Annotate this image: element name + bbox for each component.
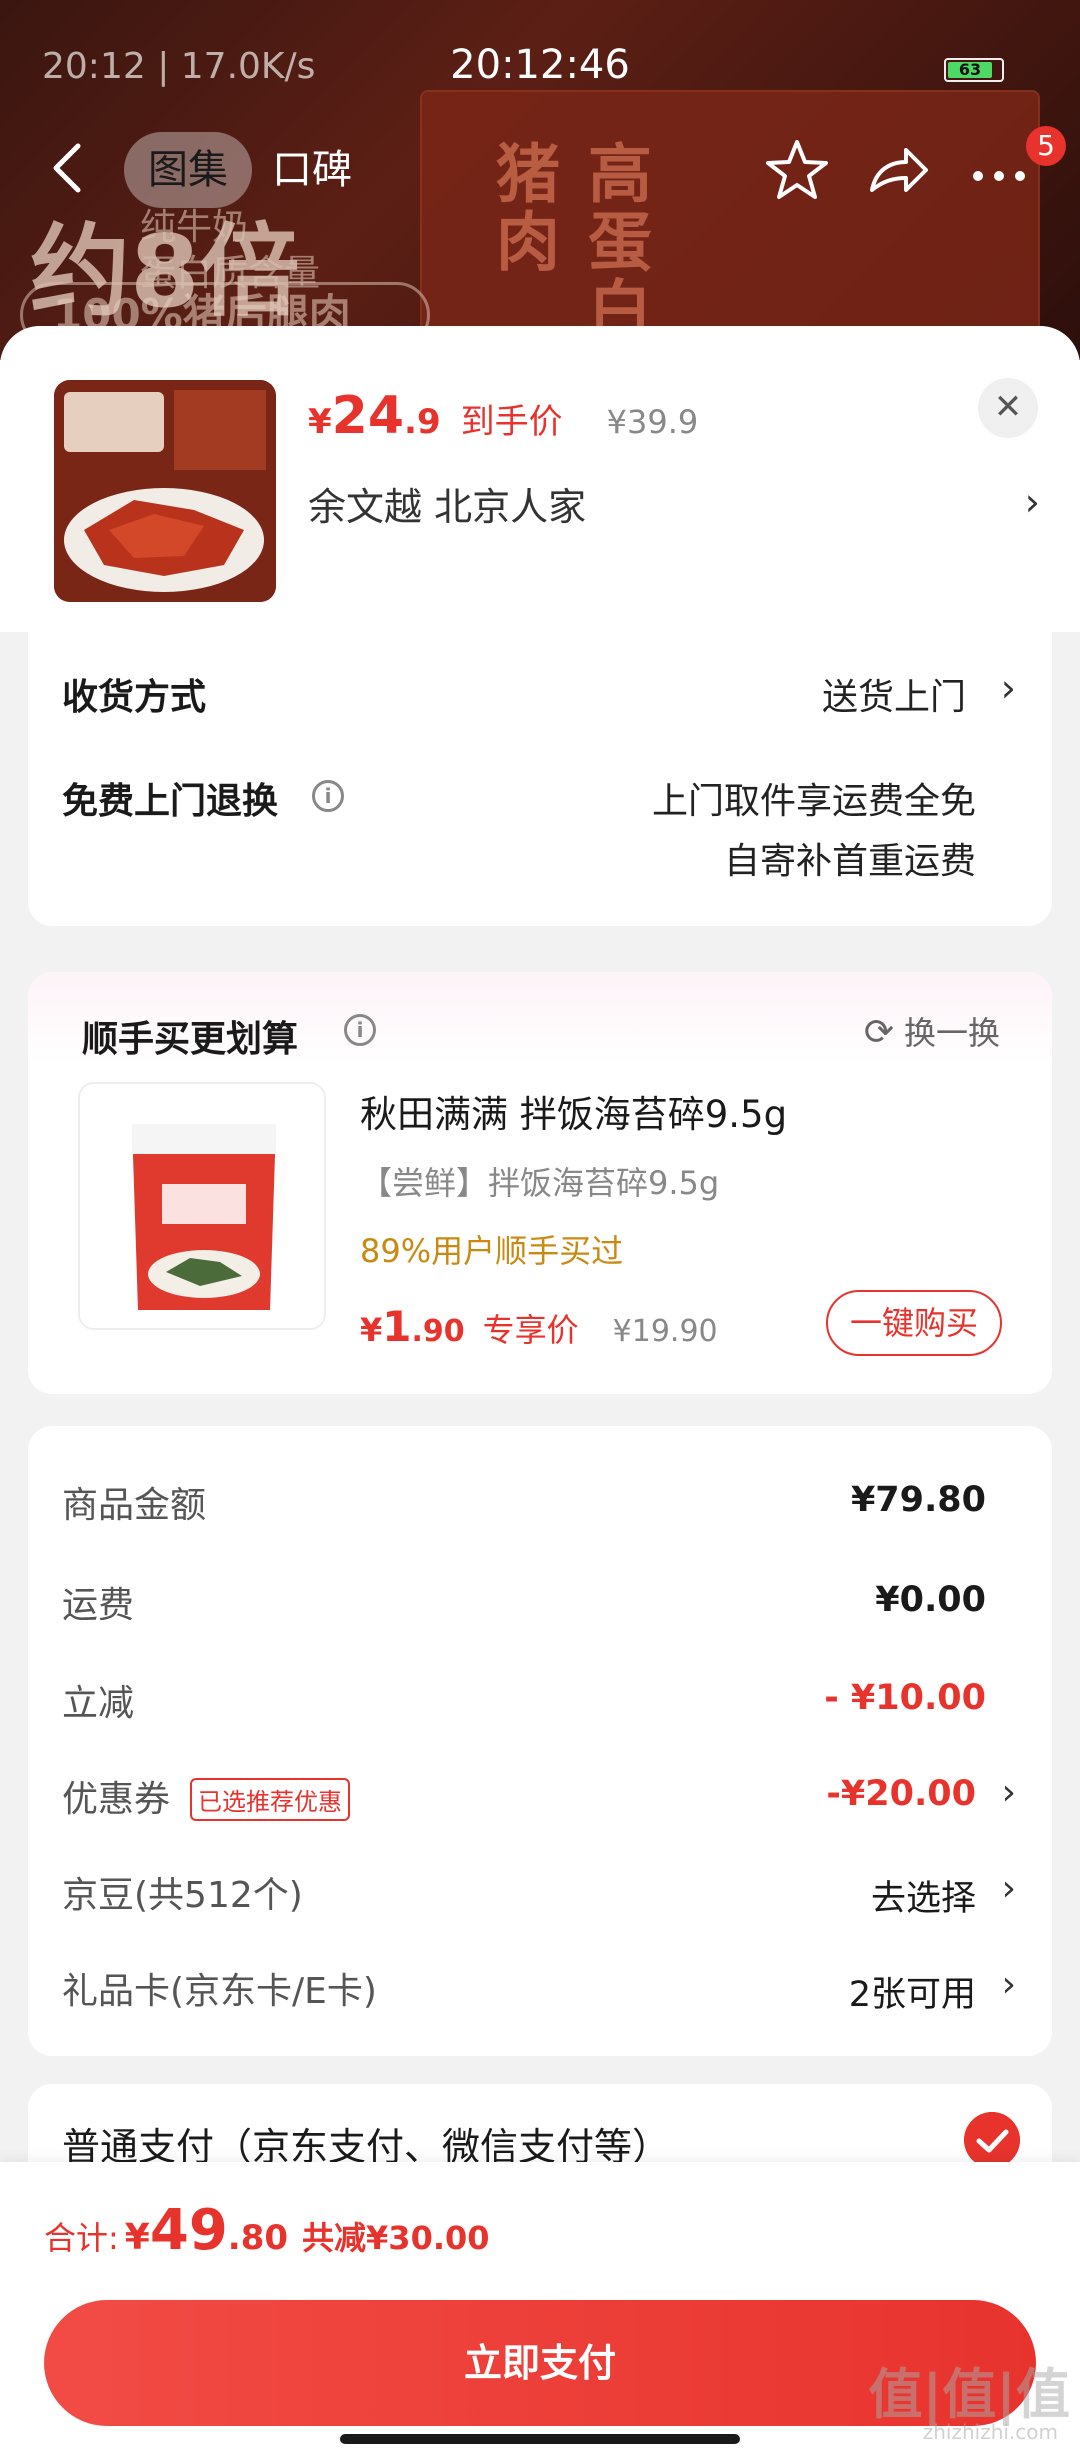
close-button[interactable]: ✕ [978, 378, 1038, 438]
upsell-product-subtitle: 【尝鲜】拌饭海苔碎9.5g [360, 1164, 720, 1202]
upsell-product-image[interactable] [78, 1082, 326, 1330]
coupon-tag: 已选推荐优惠 [190, 1778, 350, 1821]
back-arrow-icon[interactable] [48, 140, 88, 196]
delivery-method-value[interactable]: 送货上门 [822, 668, 966, 720]
battery-level: 63 [948, 62, 992, 78]
original-price: ¥39.9 [606, 403, 699, 441]
info-icon[interactable]: i [344, 1014, 376, 1046]
upsell-card: 顺手买更划算 i ⟳ 换一换 秋田满满 拌饭海苔碎9.5g 【尝鲜】拌饭海苔碎9.… [28, 972, 1052, 1394]
free-return-label: 免费上门退换 [62, 781, 279, 822]
delivery-method-label: 收货方式 [62, 677, 207, 718]
order-sheet: ¥ 24 .9 到手价 ¥39.9 余文越 北京人家 › ✕ 收货方式 送货上门… [0, 326, 1080, 2460]
chevron-right-icon[interactable]: › [1002, 1772, 1016, 1813]
one-click-buy-button[interactable]: 一键购买 [826, 1290, 1002, 1356]
order-total: 合计: ¥ 49 .80 共减¥30.00 [44, 2198, 490, 2263]
spec-selector[interactable]: 余文越 北京人家 [308, 476, 586, 531]
shipping-row: 运费 ¥0.00 [62, 1580, 986, 1626]
upsell-price: ¥ 1 .90 专享价 ¥19.90 [360, 1302, 718, 1351]
instant-discount-row: 立减 - ¥10.00 [62, 1678, 986, 1724]
watermark-logo: 值|值|值 [868, 2363, 1070, 2426]
gift-card-row[interactable]: 礼品卡(京东卡/E卡) 2张可用 › [28, 1962, 1052, 2022]
upsell-stat: 89%用户顺手买过 [360, 1232, 624, 1270]
free-return-line2: 自寄补首重运费 [723, 841, 976, 882]
favorite-star-icon[interactable] [762, 136, 832, 206]
goods-amount-row: 商品金额 ¥79.80 [62, 1480, 986, 1526]
chevron-right-icon[interactable]: › [1001, 666, 1016, 710]
refresh-button[interactable]: ⟳ 换一换 [864, 1008, 1000, 1054]
price-label: 到手价 [460, 402, 563, 442]
upsell-product-name[interactable]: 秋田满满 拌饭海苔碎9.5g [360, 1084, 787, 1138]
total-saving: 共减¥30.00 [302, 2219, 490, 2257]
product-thumbnail [54, 380, 276, 602]
product-price: ¥ 24 .9 到手价 ¥39.9 [308, 386, 699, 446]
chevron-right-icon[interactable]: › [1025, 480, 1040, 524]
cost-breakdown-card: 商品金额 ¥79.80 运费 ¥0.00 立减 - ¥10.00 优惠券 已选推… [28, 1426, 1052, 2056]
message-badge: 5 [1026, 126, 1066, 166]
status-time: 20:12:46 [450, 42, 630, 88]
tab-reviews[interactable]: 口碑 [248, 132, 376, 208]
free-return-line1: 上门取件享运费全免 [651, 781, 976, 822]
chevron-right-icon[interactable]: › [1002, 1868, 1016, 1909]
product-summary: ¥ 24 .9 到手价 ¥39.9 余文越 北京人家 › ✕ [0, 326, 1080, 632]
info-icon[interactable]: i [312, 780, 344, 812]
tab-gallery[interactable]: 图集 [124, 132, 252, 208]
watermark-site: zhizhizhi.com [922, 2420, 1058, 2444]
chevron-right-icon[interactable]: › [1002, 1964, 1016, 2005]
selected-check-icon[interactable] [964, 2112, 1020, 2168]
delivery-card: 收货方式 送货上门 › 免费上门退换 i 上门取件享运费全免 自寄补首重运费 [28, 632, 1052, 926]
upsell-title: 顺手买更划算 [82, 1019, 299, 1060]
coupon-row[interactable]: 优惠券 已选推荐优惠 -¥20.00 › [28, 1770, 1052, 1830]
product-gallery-backdrop: 高蛋白猪肉 约8倍 纯牛奶 蛋白质含量 100%猪后腿肉 20:12 | 17.… [0, 0, 1080, 360]
home-indicator[interactable] [340, 2434, 740, 2444]
jd-bean-row[interactable]: 京豆(共512个) 去选择 › [28, 1866, 1052, 1926]
more-icon[interactable] [964, 136, 1034, 206]
share-icon[interactable] [862, 136, 932, 206]
refresh-icon: ⟳ [863, 1012, 894, 1053]
battery-icon: 63 [944, 58, 1004, 82]
